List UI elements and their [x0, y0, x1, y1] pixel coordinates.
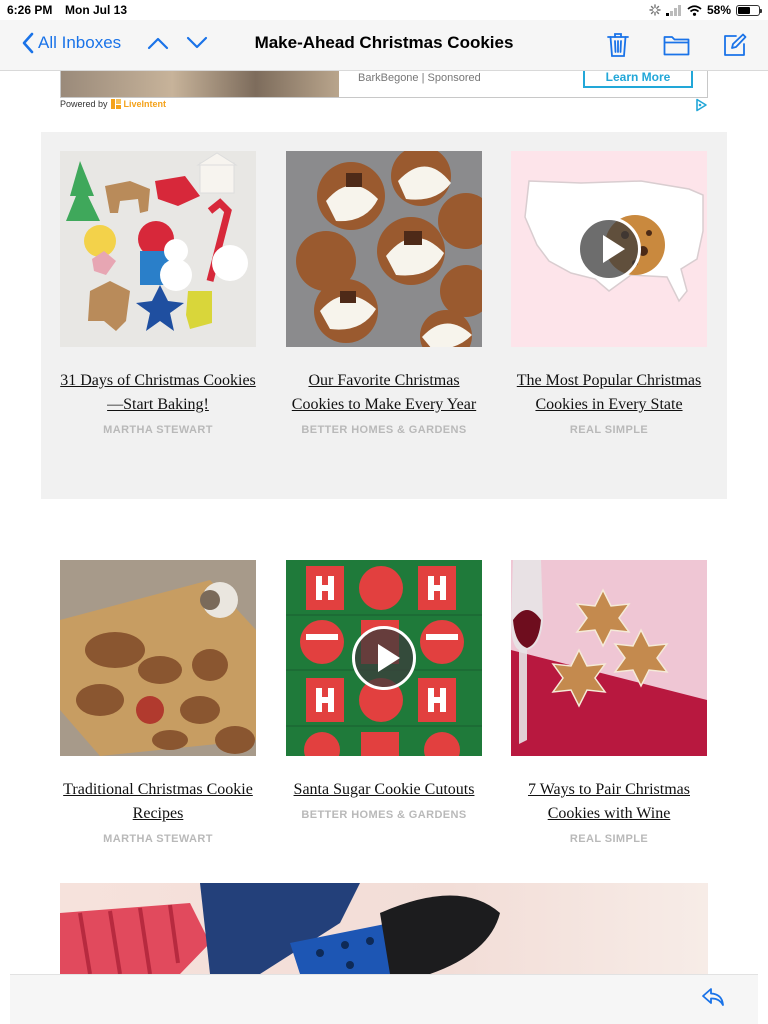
article-title[interactable]: Santa Sugar Cookie Cutouts [286, 778, 482, 802]
article-source: REAL SIMPLE [569, 424, 649, 436]
wifi-icon [687, 4, 702, 16]
article-card[interactable]: Traditional Christmas Cookie Recipes MAR… [60, 560, 256, 845]
chevron-up-icon[interactable] [147, 36, 169, 50]
powered-by-label: Powered by [60, 99, 108, 109]
learn-more-button[interactable]: Learn More [583, 71, 693, 88]
battery-level-fill [738, 6, 750, 14]
status-bar: 6:26 PM Mon Jul 13 58% [0, 0, 768, 20]
sandals-illustration [60, 883, 500, 974]
liveintent-logo-icon [110, 99, 121, 109]
article-thumbnail[interactable] [286, 151, 482, 347]
article-source: MARTHA STEWART [103, 424, 213, 436]
liveintent-brand: LiveIntent [123, 99, 167, 109]
star-cookies-wine-illustration [511, 560, 707, 756]
chevron-down-icon[interactable] [186, 36, 208, 50]
email-body: BarkBegone | Sponsored Learn More Powere… [10, 71, 758, 974]
article-card[interactable]: Our Favorite Christmas Cookies to Make E… [286, 151, 482, 436]
article-source: REAL SIMPLE [569, 833, 649, 845]
sponsored-ad[interactable]: BarkBegone | Sponsored Learn More [60, 71, 708, 98]
article-title[interactable]: 31 Days of Christmas Cookies—Start Bakin… [60, 369, 256, 417]
powered-by[interactable]: Powered by LiveIntent [60, 99, 166, 109]
article-thumbnail[interactable] [286, 560, 482, 756]
back-button-label: All Inboxes [38, 33, 122, 52]
message-subject: Make-Ahead Christmas Cookies [254, 33, 514, 52]
article-thumbnail[interactable] [60, 560, 256, 756]
battery-icon [736, 4, 762, 16]
article-thumbnail[interactable] [511, 560, 707, 756]
ad-sponsor-text: BarkBegone | Sponsored [358, 72, 481, 84]
gingerbread-animals-illustration [60, 560, 256, 756]
activity-spinner-icon [649, 4, 661, 16]
status-indicators: 58% [649, 3, 762, 17]
article-card[interactable]: 31 Days of Christmas Cookies—Start Bakin… [60, 151, 256, 436]
article-title[interactable]: 7 Ways to Pair Christmas Cookies with Wi… [511, 778, 707, 826]
article-thumbnail[interactable] [60, 151, 256, 347]
ad-photo [61, 71, 339, 97]
chevron-left-icon [22, 32, 34, 54]
cellular-signal-icon [665, 4, 681, 16]
trash-icon[interactable] [607, 32, 629, 58]
battery-percent: 58% [706, 3, 731, 17]
article-source: MARTHA STEWART [103, 833, 213, 845]
status-date: Mon Jul 13 [65, 3, 128, 17]
folder-icon[interactable] [663, 34, 690, 56]
cutout-cookies-illustration [60, 151, 256, 347]
article-card[interactable]: Santa Sugar Cookie Cutouts BETTER HOMES … [286, 560, 482, 821]
sandals-promo-image[interactable] [60, 883, 708, 974]
reply-icon[interactable] [701, 987, 725, 1007]
article-source: BETTER HOMES & GARDENS [301, 809, 467, 821]
adchoices-icon[interactable] [694, 98, 708, 112]
article-source: BETTER HOMES & GARDENS [301, 424, 467, 436]
snowman-cookies-illustration [286, 151, 482, 347]
status-time: 6:26 PM [7, 3, 53, 17]
article-thumbnail[interactable] [511, 151, 707, 347]
nav-bar: All Inboxes Make-Ahead Christmas Cookies [0, 20, 768, 71]
bottom-toolbar [10, 974, 758, 1024]
article-title[interactable]: The Most Popular Christmas Cookies in Ev… [511, 369, 707, 417]
article-card[interactable]: 7 Ways to Pair Christmas Cookies with Wi… [511, 560, 707, 845]
article-card[interactable]: The Most Popular Christmas Cookies in Ev… [511, 151, 707, 436]
compose-icon[interactable] [723, 33, 747, 57]
back-button[interactable]: All Inboxes [22, 32, 121, 54]
article-title[interactable]: Traditional Christmas Cookie Recipes [60, 778, 256, 826]
play-video-button[interactable] [352, 626, 416, 690]
article-title[interactable]: Our Favorite Christmas Cookies to Make E… [286, 369, 482, 417]
play-video-button[interactable] [577, 217, 641, 281]
